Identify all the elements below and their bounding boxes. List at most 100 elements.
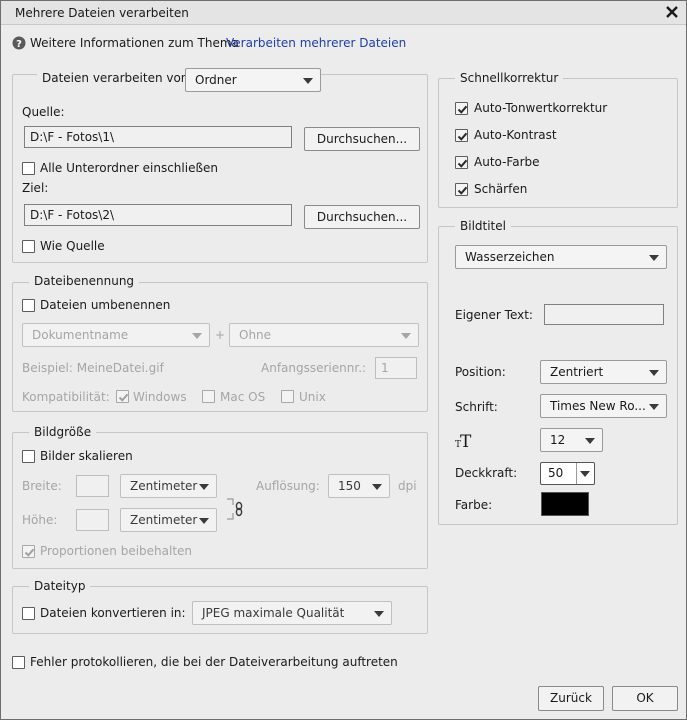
title-bar: Mehrere Dateien verarbeiten (1, 1, 686, 25)
checkmark-icon (457, 105, 468, 114)
rename-label: Dateien umbenennen (40, 298, 171, 312)
ok-button[interactable]: OK (612, 686, 678, 711)
resolution-unit: dpi (398, 479, 417, 493)
checkmark-icon (457, 132, 468, 141)
convert-checkbox[interactable] (22, 607, 35, 620)
proportions-checkbox[interactable] (22, 545, 35, 558)
name-part1-select[interactable]: Dokumentname (22, 323, 210, 347)
caption-legend: Bildtitel (455, 219, 511, 233)
opacity-combo[interactable]: 50 (540, 462, 595, 485)
rename-checkbox[interactable] (22, 299, 35, 312)
width-unit-select[interactable]: Zentimeter (120, 474, 217, 498)
chevron-down-icon (199, 518, 209, 524)
color-swatch[interactable] (541, 492, 589, 516)
font-label: Schrift: (455, 400, 498, 414)
unix-label: Unix (299, 390, 326, 404)
chevron-down-icon (649, 370, 659, 376)
svg-text:?: ? (16, 39, 22, 50)
auto-contrast-label: Auto-Kontrast (474, 128, 557, 142)
chevron-down-icon (580, 471, 590, 477)
checkmark-icon (457, 186, 468, 195)
plus-sign: + (215, 328, 226, 342)
auto-color-label: Auto-Farbe (474, 155, 540, 169)
chevron-down-icon (192, 333, 202, 339)
subfolders-checkbox[interactable] (22, 162, 35, 175)
color-label: Farbe: (455, 498, 493, 512)
width-field[interactable] (76, 475, 109, 497)
chevron-down-icon (649, 255, 659, 261)
scale-label: Bilder skalieren (40, 449, 133, 463)
name-part2-select[interactable]: Ohne (229, 323, 419, 347)
font-size-icon: T T (453, 430, 475, 453)
chevron-down-icon (372, 484, 382, 490)
compat-label: Kompatibilität: (22, 390, 110, 404)
custom-text-field[interactable] (544, 304, 664, 325)
same-as-source-label: Wie Quelle (40, 239, 105, 253)
font-select[interactable]: Times New Ro... (540, 394, 667, 418)
source-label: Quelle: (22, 105, 65, 119)
windows-label: Windows (133, 390, 187, 404)
same-as-source-checkbox[interactable] (22, 240, 35, 253)
svg-text:T: T (460, 432, 472, 450)
source-browse-button[interactable]: Durchsuchen... (304, 127, 420, 151)
resolution-select[interactable]: 150 (328, 474, 390, 498)
checkmark-icon (118, 393, 129, 402)
dest-label: Ziel: (22, 181, 49, 195)
proportions-label: Proportionen beibehalten (40, 544, 193, 558)
dest-browse-button[interactable]: Durchsuchen... (304, 205, 420, 229)
checkmark-icon (24, 548, 35, 557)
chevron-down-icon (374, 611, 384, 617)
sharpen-checkbox[interactable] (455, 183, 468, 196)
chevron-down-icon (585, 438, 595, 444)
info-text: Weitere Informationen zum Thema (30, 36, 239, 50)
resolution-label: Auflösung: (256, 479, 320, 493)
chevron-down-icon (303, 78, 313, 84)
auto-color-checkbox[interactable] (455, 156, 468, 169)
windows-checkbox[interactable] (116, 390, 129, 403)
auto-contrast-checkbox[interactable] (455, 129, 468, 142)
quickfix-legend: Schnellkorrektur (455, 71, 564, 85)
window-title: Mehrere Dateien verarbeiten (15, 6, 189, 20)
format-select[interactable]: JPEG maximale Qualität (192, 601, 392, 625)
macos-label: Mac OS (220, 390, 266, 404)
custom-text-label: Eigener Text: (455, 308, 533, 322)
height-unit-select[interactable]: Zentimeter (120, 508, 217, 532)
batch-process-dialog: Mehrere Dateien verarbeiten ? Weitere In… (0, 0, 687, 720)
process-from-label: Dateien verarbeiten von: (37, 71, 198, 85)
checkmark-icon (457, 159, 468, 168)
back-button[interactable]: Zurück (538, 686, 604, 711)
image-size-legend: Bildgröße (29, 425, 97, 439)
font-size-select[interactable]: 12 (540, 428, 603, 452)
log-errors-label: Fehler protokollieren, die bei der Datei… (30, 655, 398, 669)
start-serial-label: Anfangsseriennr.: (261, 361, 367, 375)
start-serial-field[interactable]: 1 (375, 357, 417, 379)
example-text: Beispiel: MeineDatei.gif (22, 361, 164, 375)
subfolders-label: Alle Unterordner einschließen (40, 161, 219, 175)
position-select[interactable]: Zentriert (540, 360, 667, 384)
unix-checkbox[interactable] (281, 390, 294, 403)
sharpen-label: Schärfen (474, 182, 528, 196)
process-from-select[interactable]: Ordner (185, 68, 321, 92)
auto-levels-label: Auto-Tonwertkorrektur (474, 101, 608, 115)
dest-path-field[interactable]: D:\F - Fotos\2\ (24, 204, 292, 226)
scale-checkbox[interactable] (22, 450, 35, 463)
caption-type-select[interactable]: Wasserzeichen (455, 245, 667, 269)
naming-legend: Dateibenennung (29, 274, 140, 288)
chevron-down-icon (649, 404, 659, 410)
width-label: Breite: (22, 479, 62, 493)
filetype-legend: Dateityp (29, 579, 91, 593)
position-label: Position: (455, 365, 506, 379)
close-icon[interactable] (662, 2, 682, 22)
link-proportions-icon[interactable] (225, 496, 245, 525)
chevron-down-icon (199, 484, 209, 490)
auto-levels-checkbox[interactable] (455, 102, 468, 115)
source-path-field[interactable]: D:\F - Fotos\1\ (24, 126, 292, 148)
info-link[interactable]: Verarbeiten mehrerer Dateien (226, 36, 406, 50)
chevron-down-icon (401, 333, 411, 339)
log-errors-checkbox[interactable] (12, 656, 25, 669)
macos-checkbox[interactable] (202, 390, 215, 403)
opacity-label: Deckkraft: (455, 466, 518, 480)
height-field[interactable] (76, 509, 109, 531)
convert-label: Dateien konvertieren in: (40, 606, 186, 620)
height-label: Höhe: (22, 513, 58, 527)
